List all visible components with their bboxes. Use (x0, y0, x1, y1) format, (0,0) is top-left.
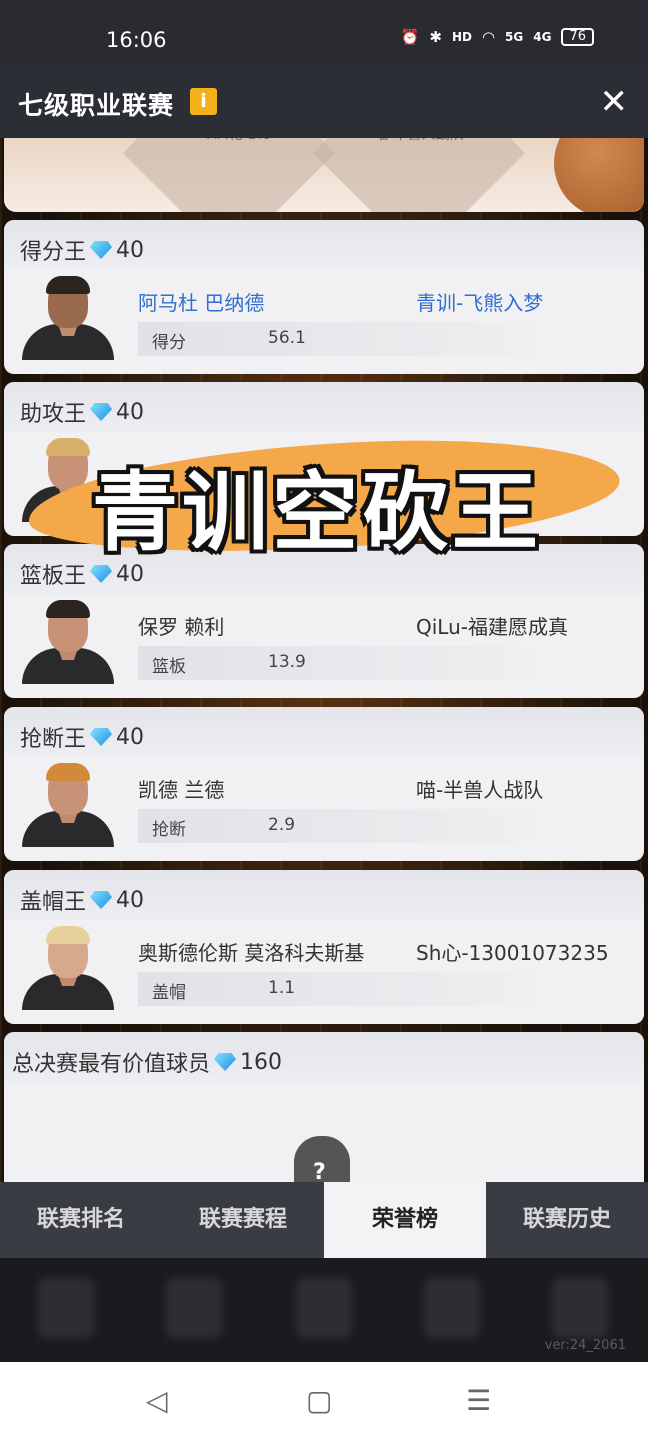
signal-5g-icon: 5G (505, 30, 524, 44)
tab-honor-roll[interactable]: 荣誉榜 (324, 1182, 486, 1258)
status-icons: ⏰ ✱ HD ◠ 5G 4G 76 (401, 28, 594, 46)
blurred-icon (296, 1278, 352, 1338)
stat-label: 抢断 (152, 820, 186, 840)
bluetooth-icon: ✱ (429, 28, 442, 46)
back-icon[interactable]: ◁ (146, 1384, 168, 1417)
diamond-icon (90, 241, 113, 259)
menu-icon[interactable]: ☰ (466, 1384, 491, 1417)
award-card-blocks[interactable]: 盖帽王 40 奥斯德伦斯 莫洛科夫斯基 Sh心-13001073235 盖帽 1… (4, 870, 644, 1024)
page-title: 七级职业联赛 (18, 91, 175, 120)
close-button[interactable]: ✕ (600, 82, 629, 122)
award-reward: 40 (116, 237, 145, 263)
award-header: 盖帽王 40 (4, 870, 644, 920)
award-reward: 40 (116, 887, 145, 913)
background-nav: ver:24_2061 (0, 1258, 648, 1362)
bottom-tabs: 联赛排名 联赛赛程 荣誉榜 联赛历史 (0, 1182, 648, 1258)
diamond-icon (90, 891, 113, 909)
stat-value: 56.1 (268, 328, 306, 348)
award-card-steals[interactable]: 抢断王 40 凯德 兰德 喵-半兽人战队 抢断 2.9 (4, 707, 644, 861)
player-name[interactable]: 奥斯德伦斯 莫洛科夫斯基 (138, 937, 364, 966)
award-title: 助攻王 (20, 402, 87, 427)
unknown-player-icon: ? (294, 1136, 350, 1184)
award-header: 助攻王 40 (4, 382, 644, 432)
wifi-icon: ◠ (481, 28, 496, 46)
title-bar: 七级职业联赛 i ✕ (0, 64, 648, 138)
blurred-icon (166, 1278, 222, 1338)
hd-icon: HD (451, 30, 472, 44)
award-reward: 40 (116, 399, 145, 425)
award-title: 得分王 (20, 240, 87, 265)
stat-label: 得分 (152, 333, 186, 353)
stat-row: 篮板 13.9 (138, 646, 544, 680)
battery-icon: 76 (561, 28, 594, 46)
basketball-icon (554, 138, 644, 212)
stat-row: 抢断 2.9 (138, 809, 544, 843)
player-avatar (18, 926, 118, 1010)
award-reward: 40 (116, 724, 145, 750)
player-name[interactable]: 凯德 兰德 (138, 774, 224, 803)
blurred-icon (424, 1278, 480, 1338)
player-avatar (18, 600, 118, 684)
info-icon[interactable]: i (190, 88, 217, 115)
stat-value: 1.1 (268, 978, 296, 998)
award-title: 篮板王 (20, 564, 87, 589)
stat-row: 盖帽 1.1 (138, 972, 544, 1006)
team-name[interactable]: 喵-半兽人战队 (416, 774, 543, 803)
finals-banner: AM花-Dio 喵-半兽人战队 (4, 138, 644, 212)
diamond-icon (90, 403, 113, 421)
team-name[interactable]: 青训-飞熊入梦 (416, 287, 543, 316)
stat-value: 2.9 (268, 815, 296, 835)
banner-text: 青训空砍王 (92, 463, 542, 563)
diamond-icon (214, 1053, 237, 1071)
award-header: 抢断王 40 (4, 707, 644, 757)
status-time: 16:06 (106, 28, 167, 52)
player-avatar (18, 276, 118, 360)
stat-label: 盖帽 (152, 983, 186, 1003)
status-bar: 16:06 ⏰ ✱ HD ◠ 5G 4G 76 (0, 0, 648, 64)
diamond-icon (90, 728, 113, 746)
tab-league-ranking[interactable]: 联赛排名 (0, 1182, 162, 1258)
honor-list[interactable]: AM花-Dio 喵-半兽人战队 得分王 40 阿马杜 巴纳德 青训-飞熊入梦 得… (0, 138, 648, 1184)
award-card-rebounds[interactable]: 篮板王 40 保罗 赖利 QiLu-福建愿成真 篮板 13.9 (4, 544, 644, 698)
award-header: 总决赛最有价值球员 160 (4, 1032, 644, 1082)
award-title: 总决赛最有价值球员 (12, 1052, 211, 1077)
finalist-left: AM花-Dio (164, 138, 314, 164)
alarm-icon: ⏰ (400, 28, 420, 46)
overlay-banner: 青训空砍王 (25, 428, 623, 564)
blurred-icon (552, 1278, 608, 1338)
signal-4g-icon: 4G (533, 30, 552, 44)
stat-label: 篮板 (152, 657, 186, 677)
award-title: 盖帽王 (20, 890, 87, 915)
finalist-right: 喵-半兽人战队 (344, 138, 494, 164)
award-reward: 160 (240, 1049, 283, 1075)
team-name[interactable]: Sh心-13001073235 (416, 937, 609, 966)
tab-league-schedule[interactable]: 联赛赛程 (162, 1182, 324, 1258)
team-name[interactable]: QiLu-福建愿成真 (416, 611, 568, 640)
award-title: 抢断王 (20, 727, 87, 752)
award-header: 得分王 40 (4, 220, 644, 270)
version-label: ver:24_2061 (544, 1338, 626, 1353)
player-avatar (18, 763, 118, 847)
stat-row: 得分 56.1 (138, 322, 544, 356)
tab-league-history[interactable]: 联赛历史 (486, 1182, 648, 1258)
diamond-icon (90, 565, 113, 583)
player-name[interactable]: 保罗 赖利 (138, 611, 224, 640)
award-card-scoring[interactable]: 得分王 40 阿马杜 巴纳德 青训-飞熊入梦 得分 56.1 (4, 220, 644, 374)
award-card-finals-mvp[interactable]: 总决赛最有价值球员 160 ? (4, 1032, 644, 1184)
system-nav-bar: ◁ ▢ ☰ (0, 1362, 648, 1440)
player-name[interactable]: 阿马杜 巴纳德 (138, 287, 264, 316)
stat-value: 13.9 (268, 652, 306, 672)
home-icon[interactable]: ▢ (306, 1384, 332, 1417)
blurred-icon (38, 1278, 94, 1338)
